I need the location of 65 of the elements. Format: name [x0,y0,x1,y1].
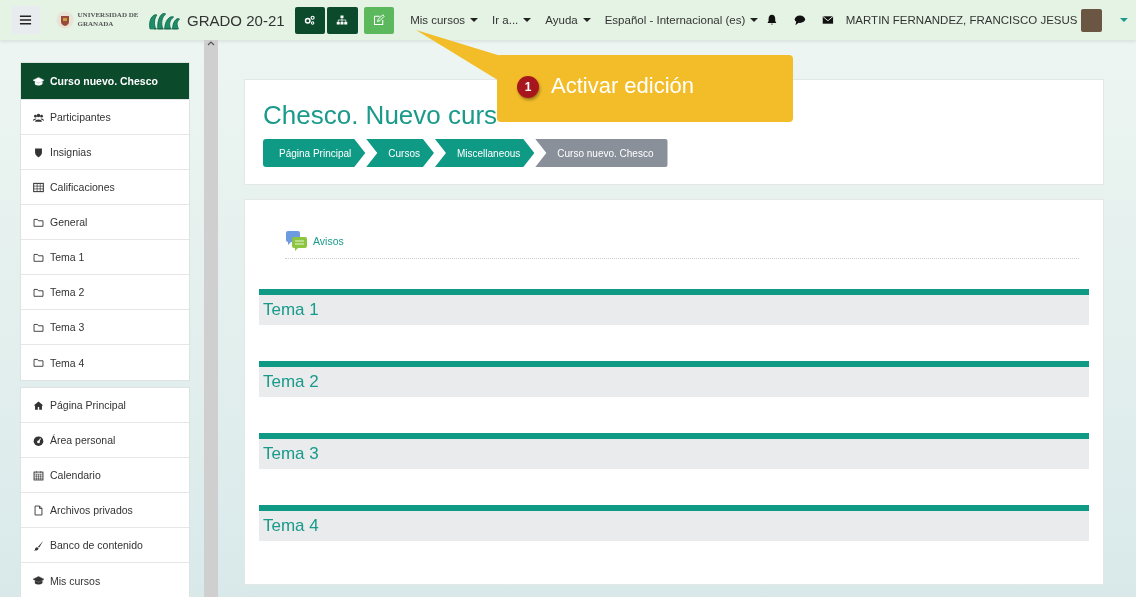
folder-icon [33,286,44,298]
caret-icon [750,18,759,22]
folder-icon [33,321,44,333]
sidebar-item[interactable]: Insignias [21,135,189,170]
calendar-icon [33,469,44,481]
section-heading: Tema 3 [259,433,1089,469]
sidebar-item[interactable]: Calificaciones [21,170,189,205]
sitemap-button[interactable] [327,6,358,34]
sidebar-item[interactable]: Participantes [21,100,189,135]
cogs-icon [303,14,316,26]
sidebar-item[interactable]: Banco de contenido [21,528,189,563]
breadcrumb-item[interactable]: Cursos [366,139,434,167]
university-crest-icon [55,11,74,29]
site-name: GRADO 20-21 [187,11,285,29]
folder-icon [33,251,44,263]
home-icon [33,399,44,411]
caret-icon [523,18,532,22]
nav-menu[interactable]: Mis cursos [410,14,479,26]
user-name: MARTIN FERNANDEZ, FRANCISCO JESUS [845,14,1078,26]
edit-icon [372,14,385,26]
nav-menu[interactable]: Ayuda [545,14,591,26]
menu-button[interactable] [12,6,40,34]
sidebar-item[interactable]: Tema 2 [21,275,189,310]
sidebar-item[interactable]: Tema 4 [21,345,189,380]
section-heading: Tema 4 [259,505,1089,541]
hamburger-icon [19,13,33,27]
folder-icon [33,216,44,228]
nav-menu[interactable]: Español - Internacional (es) [604,14,759,26]
graduation-cap-icon [33,75,44,87]
caret-icon [582,18,591,22]
sitemap-icon [336,14,349,26]
caret-icon[interactable] [1120,18,1129,22]
breadcrumb-item[interactable]: Página Principal [263,139,366,167]
sidebar-item[interactable]: Área personal [21,423,189,458]
sidebar-item[interactable]: General [21,205,189,240]
sidebar-item[interactable]: Tema 1 [21,240,189,275]
step-number-badge: 1 [517,76,539,98]
section-heading: Tema 2 [259,361,1089,397]
course-title: Chesco. Nuevo curs [263,100,499,132]
callout-text: Activar edición [551,73,695,99]
notification-bell-icon[interactable] [766,14,779,26]
caret-icon [470,18,479,22]
section-heading: Tema 1 [259,289,1089,325]
table-icon [33,181,44,193]
chat-bubble-icon[interactable] [794,14,806,26]
forum-link[interactable]: Avisos [313,235,344,247]
users-icon [33,111,44,123]
scroll-up-icon [207,40,215,47]
user-avatar[interactable] [1080,8,1103,32]
nav-menu[interactable]: Ir a... [492,14,532,26]
sidebar-item[interactable]: Curso nuevo. Chesco [21,63,189,100]
sidebar-item[interactable]: Tema 3 [21,310,189,345]
gauge-icon [33,434,44,446]
forum-icon [285,230,309,252]
breadcrumb-item[interactable]: Miscellaneous [434,139,535,167]
sidebar-item[interactable]: Calendario [21,458,189,493]
sidebar-item[interactable]: Mis cursos [21,563,189,597]
shield-icon [33,146,44,158]
cogs-button[interactable] [294,6,326,34]
folder-icon [33,357,44,368]
envelope-icon[interactable] [821,14,834,26]
graduation-cap-icon [33,575,44,586]
sidebar-item[interactable]: Archivos privados [21,493,189,528]
sidebar-item[interactable]: Página Principal [21,388,189,423]
file-icon [33,504,44,516]
